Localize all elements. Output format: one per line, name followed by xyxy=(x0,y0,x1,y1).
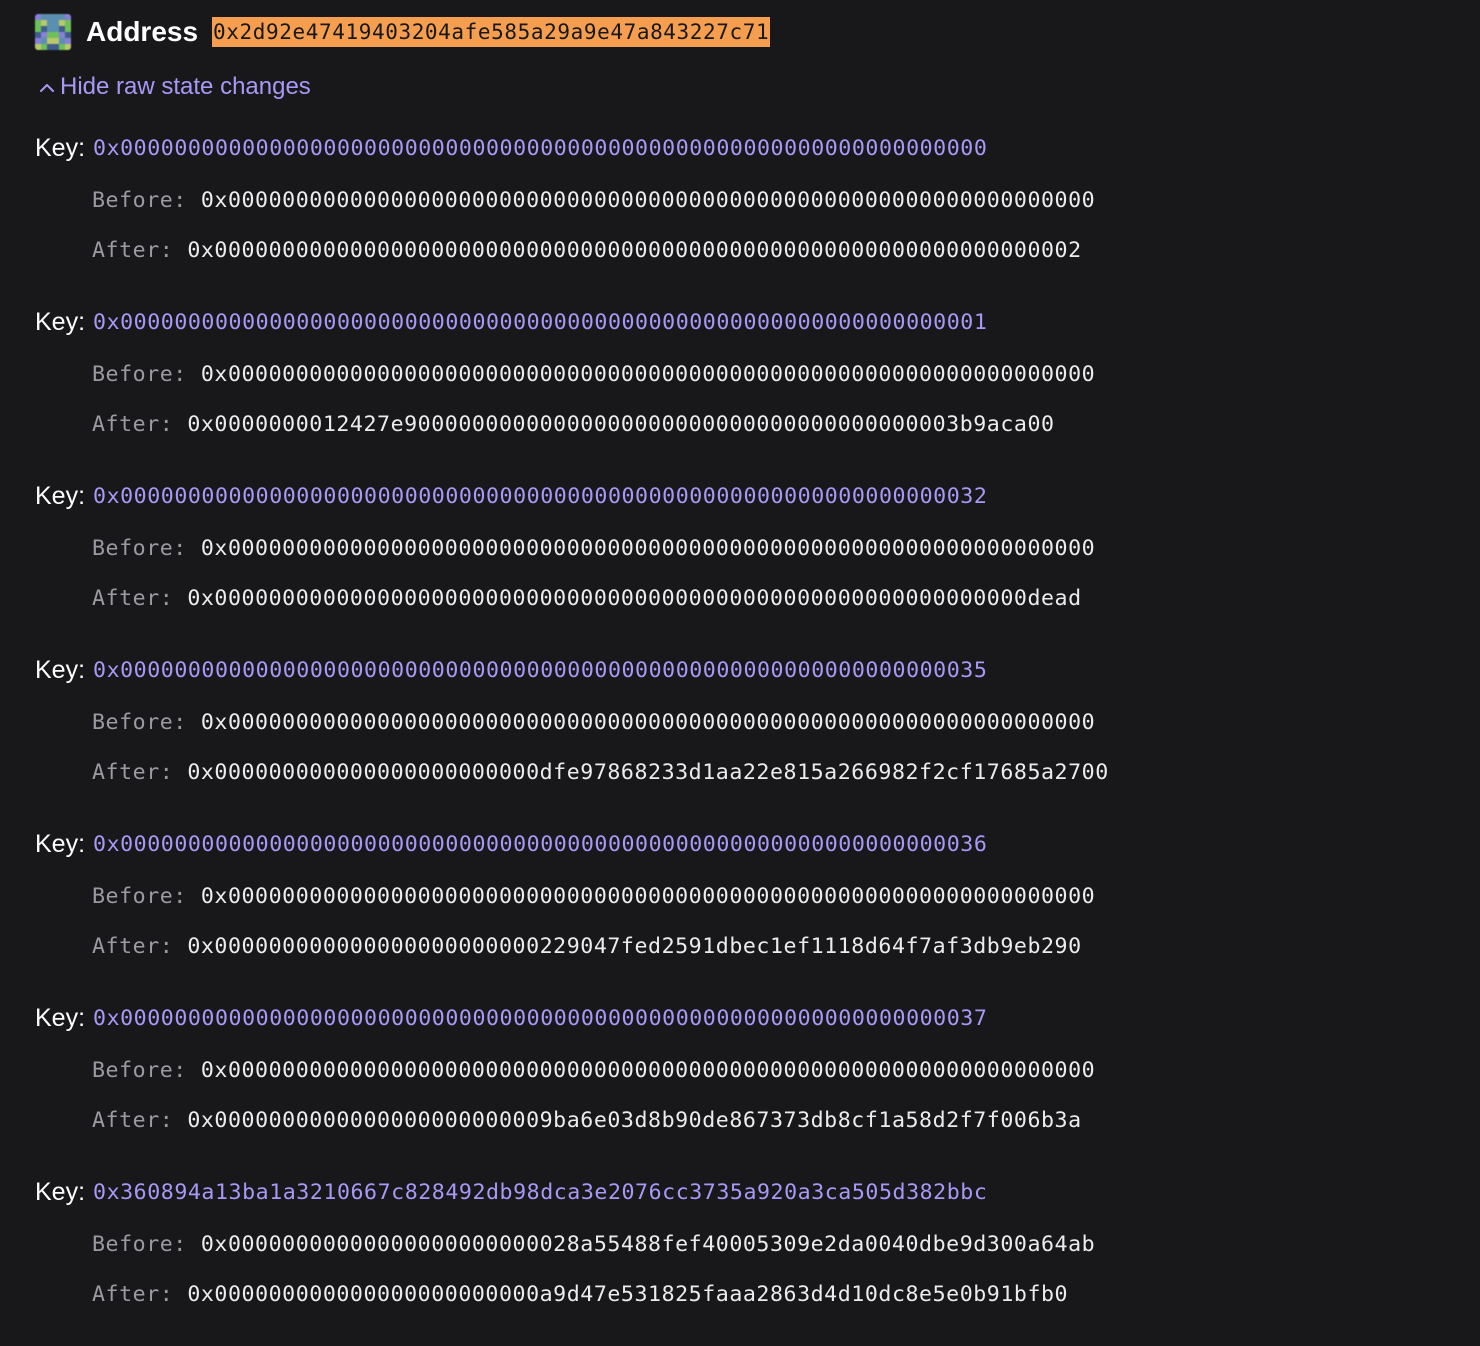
after-value: 0x000000000000000000000000a9d47e531825fa… xyxy=(187,1281,1069,1307)
key-value[interactable]: 0x00000000000000000000000000000000000000… xyxy=(93,658,987,683)
address-value[interactable]: 0x2d92e47419403204afe585a29a9e47a843227c… xyxy=(212,17,771,47)
address-header: Address 0x2d92e47419403204afe585a29a9e47… xyxy=(35,14,771,50)
after-row: After: 0x000000000000000000000000a9d47e5… xyxy=(92,1276,1068,1312)
blockie-identicon xyxy=(35,14,71,50)
after-label: After: xyxy=(92,585,174,611)
before-label: Before: xyxy=(92,883,187,909)
before-row: Before: 0x000000000000000000000000000000… xyxy=(92,182,1095,218)
key-value[interactable]: 0x00000000000000000000000000000000000000… xyxy=(93,1006,987,1031)
after-label: After: xyxy=(92,411,174,437)
before-row: Before: 0x000000000000000000000000000000… xyxy=(92,1052,1095,1088)
before-value: 0x00000000000000000000000000000000000000… xyxy=(200,883,1096,909)
toggle-label: Hide raw state changes xyxy=(60,73,311,100)
key-label: Key: xyxy=(35,829,86,858)
before-value: 0x00000000000000000000000000000000000000… xyxy=(200,361,1096,387)
before-row: Before: 0x000000000000000000000000000000… xyxy=(92,356,1095,392)
before-value: 0x00000000000000000000000000000000000000… xyxy=(200,709,1096,735)
key-row: Key: 0x000000000000000000000000000000000… xyxy=(35,1000,987,1036)
before-label: Before: xyxy=(92,187,187,213)
key-label: Key: xyxy=(35,655,86,684)
chevron-up-icon xyxy=(38,77,56,97)
before-row: Before: 0x000000000000000000000000000000… xyxy=(92,530,1095,566)
before-value: 0x00000000000000000000000000000000000000… xyxy=(200,535,1096,561)
after-row: After: 0x0000000000000000000000009ba6e03… xyxy=(92,1102,1082,1138)
after-value: 0x0000000012427e900000000000000000000000… xyxy=(187,411,1055,437)
before-label: Before: xyxy=(92,709,187,735)
after-row: After: 0x0000000000000000000000000000000… xyxy=(92,232,1082,268)
key-value[interactable]: 0x00000000000000000000000000000000000000… xyxy=(93,136,987,161)
before-label: Before: xyxy=(92,1231,187,1257)
hide-raw-state-changes-toggle[interactable]: Hide raw state changes xyxy=(38,70,311,104)
before-label: Before: xyxy=(92,1057,187,1083)
identicon-cell xyxy=(65,44,71,50)
before-value: 0x00000000000000000000000000000000000000… xyxy=(200,1057,1096,1083)
before-value: 0x00000000000000000000000000000000000000… xyxy=(200,187,1096,213)
before-row: Before: 0x000000000000000000000000000000… xyxy=(92,878,1095,914)
before-row: Before: 0x000000000000000000000000000000… xyxy=(92,704,1095,740)
after-row: After: 0x000000000000000000000000229047f… xyxy=(92,928,1082,964)
key-row: Key: 0x000000000000000000000000000000000… xyxy=(35,652,987,688)
after-label: After: xyxy=(92,1281,174,1307)
address-label: Address xyxy=(86,16,199,47)
before-label: Before: xyxy=(92,535,187,561)
after-label: After: xyxy=(92,237,174,263)
after-value: 0x00000000000000000000000000000000000000… xyxy=(187,237,1082,263)
key-value[interactable]: 0x00000000000000000000000000000000000000… xyxy=(93,832,987,857)
key-row: Key: 0x360894a13ba1a3210667c828492db98dc… xyxy=(35,1174,987,1210)
key-row: Key: 0x000000000000000000000000000000000… xyxy=(35,478,987,514)
key-label: Key: xyxy=(35,481,86,510)
after-row: After: 0x0000000000000000000000000000000… xyxy=(92,580,1082,616)
key-label: Key: xyxy=(35,1003,86,1032)
after-row: After: 0x000000000000000000000000dfe9786… xyxy=(92,754,1109,790)
key-label: Key: xyxy=(35,133,86,162)
key-value[interactable]: 0x00000000000000000000000000000000000000… xyxy=(93,484,987,509)
key-row: Key: 0x000000000000000000000000000000000… xyxy=(35,826,987,862)
after-label: After: xyxy=(92,1107,174,1133)
after-value: 0x000000000000000000000000dfe97868233d1a… xyxy=(187,759,1109,785)
key-label: Key: xyxy=(35,307,86,336)
key-label: Key: xyxy=(35,1177,86,1206)
before-label: Before: xyxy=(92,361,187,387)
before-row: Before: 0x00000000000000000000000028a554… xyxy=(92,1226,1095,1262)
key-row: Key: 0x000000000000000000000000000000000… xyxy=(35,130,987,166)
after-label: After: xyxy=(92,759,174,785)
after-value: 0x000000000000000000000000229047fed2591d… xyxy=(187,933,1082,959)
after-value: 0x0000000000000000000000009ba6e03d8b90de… xyxy=(187,1107,1082,1133)
after-value: 0x00000000000000000000000000000000000000… xyxy=(187,585,1082,611)
key-value[interactable]: 0x00000000000000000000000000000000000000… xyxy=(93,310,987,335)
key-value[interactable]: 0x360894a13ba1a3210667c828492db98dca3e20… xyxy=(93,1180,987,1205)
after-label: After: xyxy=(92,933,174,959)
key-row: Key: 0x000000000000000000000000000000000… xyxy=(35,304,987,340)
after-row: After: 0x0000000012427e90000000000000000… xyxy=(92,406,1055,442)
before-value: 0x00000000000000000000000028a55488fef400… xyxy=(200,1231,1096,1257)
